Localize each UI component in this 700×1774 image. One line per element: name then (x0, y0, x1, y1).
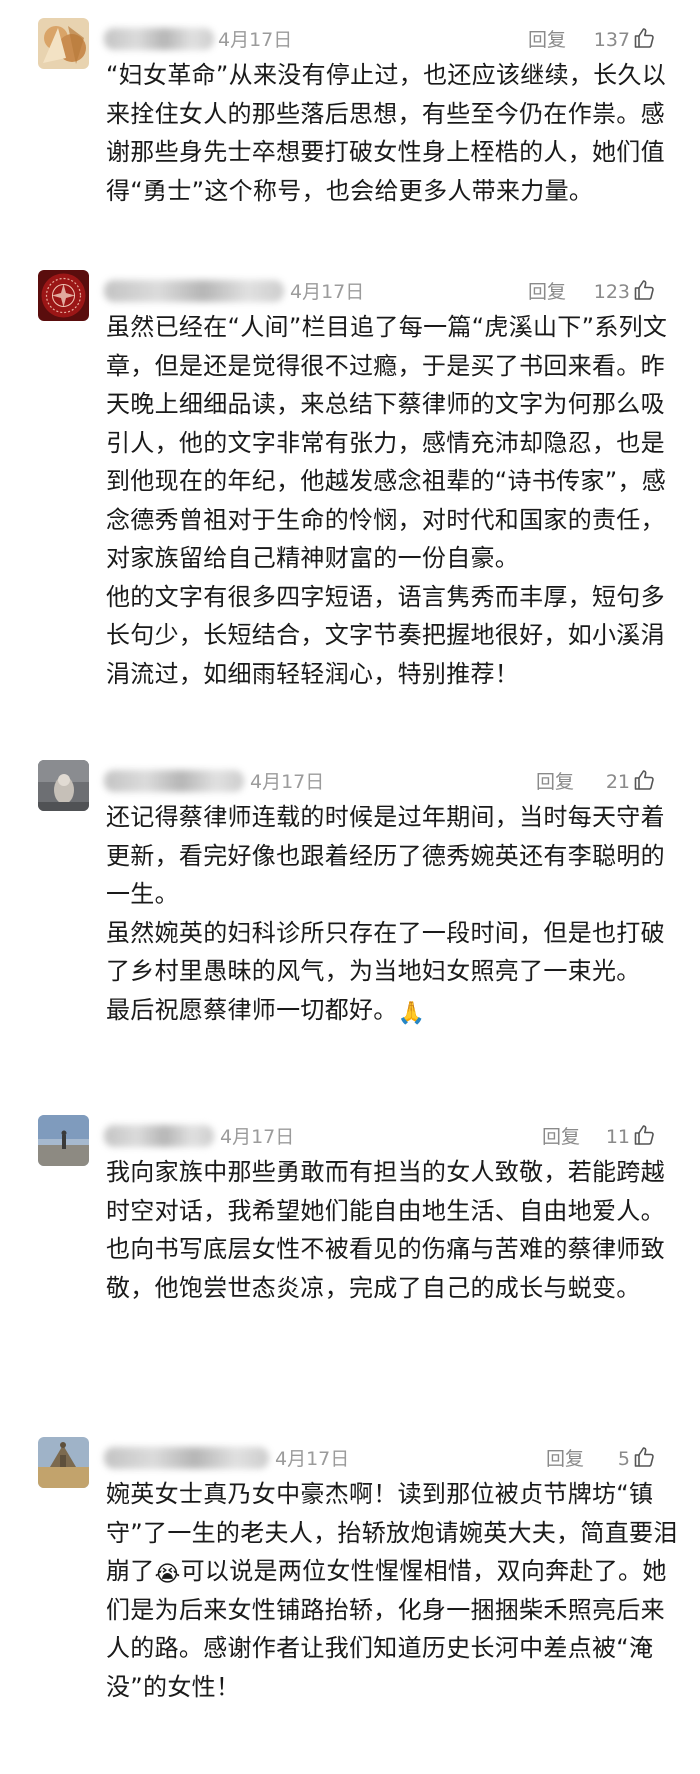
avatar[interactable] (38, 760, 89, 811)
reply-button[interactable]: 回复 (528, 280, 566, 304)
like-count: 21 (605, 771, 630, 793)
thumbs-up-icon[interactable] (632, 26, 656, 50)
avatar[interactable] (38, 1115, 89, 1166)
comment-body: 婉英女士真乃女中豪杰啊！读到那位被贞节牌坊“镇守”了一生的老夫人，抬轿放炮请婉英… (106, 1475, 678, 1706)
like-count: 123 (593, 281, 630, 303)
comment-paragraph: 我向家族中那些勇敢而有担当的女人致敬，若能跨越时空对话，我希望她们能自由地生活、… (106, 1158, 665, 1225)
username-blurred[interactable] (104, 280, 284, 302)
avatar[interactable] (38, 270, 89, 321)
username-blurred[interactable] (104, 28, 214, 50)
comment-paragraph: “妇女革命”从来没有停止过，也还应该继续，长久以来拴住女人的那些落后思想，有些至… (106, 61, 667, 205)
thumbs-up-icon[interactable] (632, 1123, 656, 1147)
reply-button[interactable]: 回复 (546, 1447, 584, 1471)
comment-paragraph-text: 最后祝愿蔡律师一切都好。 (106, 995, 398, 1024)
comment-paragraph: 虽然婉英的妇科诊所只存在了一段时间，但是也打破了乡村里愚昧的风气，为当地妇女照亮… (106, 918, 665, 986)
thumbs-up-icon[interactable] (632, 768, 656, 792)
thumbs-up-icon[interactable] (632, 1445, 656, 1469)
username-blurred[interactable] (104, 770, 244, 792)
thumbs-up-icon[interactable] (632, 278, 656, 302)
comment-paragraph: 他的文字有很多四字短语，语言隽秀而丰厚，短句多长句少，长短结合，文字节奏把握地很… (106, 582, 665, 688)
reply-button[interactable]: 回复 (542, 1125, 580, 1149)
comment-date: 4月17日 (250, 771, 325, 793)
avatar[interactable] (38, 1437, 89, 1488)
reply-button[interactable]: 回复 (536, 770, 574, 794)
comment-body: 我向家族中那些勇敢而有担当的女人致敬，若能跨越时空对话，我希望她们能自由地生活、… (106, 1153, 678, 1307)
comment-paragraph-last: 最后祝愿蔡律师一切都好。🙏 (106, 991, 678, 1030)
username-blurred[interactable] (104, 1125, 214, 1147)
comment-paragraph: 还记得蔡律师连载的时候是过年期间，当时每天守着更新，看完好像也跟着经历了德秀婉英… (106, 803, 665, 908)
comment-paragraph-text: 可以说是两位女性惺惺相惜，双向奔赴了。她们是为后来女性铺路抬轿，化身一捆捆柴禾照… (106, 1557, 667, 1701)
comment-body: 还记得蔡律师连载的时候是过年期间，当时每天守着更新，看完好像也跟着经历了德秀婉英… (106, 798, 678, 1029)
comment-paragraph: 虽然已经在“人间”栏目追了每一篇“虎溪山下”系列文章，但是还是觉得很不过瘾，于是… (106, 313, 668, 572)
comment-date: 4月17日 (275, 1448, 350, 1470)
comment-paragraph: 也向书写底层女性不被看见的伤痛与苦难的蔡律师致敬，他饱尝世态炎凉，完成了自己的成… (106, 1235, 665, 1302)
like-count: 137 (593, 29, 630, 51)
comment-date: 4月17日 (290, 281, 365, 303)
username-blurred[interactable] (104, 1447, 269, 1469)
comment-date: 4月17日 (220, 1126, 295, 1148)
praying-hands-emoji: 🙏 (397, 1000, 426, 1026)
avatar[interactable] (38, 18, 89, 69)
comment-date: 4月17日 (218, 29, 293, 51)
reply-button[interactable]: 回复 (528, 28, 566, 52)
comment-paragraph: 婉英女士真乃女中豪杰啊！读到那位被贞节牌坊“镇守”了一生的老夫人，抬轿放炮请婉英… (106, 1475, 678, 1706)
like-count: 11 (605, 1126, 630, 1148)
like-count: 5 (617, 1448, 630, 1470)
comment-body: “妇女革命”从来没有停止过，也还应该继续，长久以来拴住女人的那些落后思想，有些至… (106, 56, 678, 210)
crying-face-emoji: 😭 (154, 1562, 181, 1587)
comment-body: 虽然已经在“人间”栏目追了每一篇“虎溪山下”系列文章，但是还是觉得很不过瘾，于是… (106, 308, 678, 693)
